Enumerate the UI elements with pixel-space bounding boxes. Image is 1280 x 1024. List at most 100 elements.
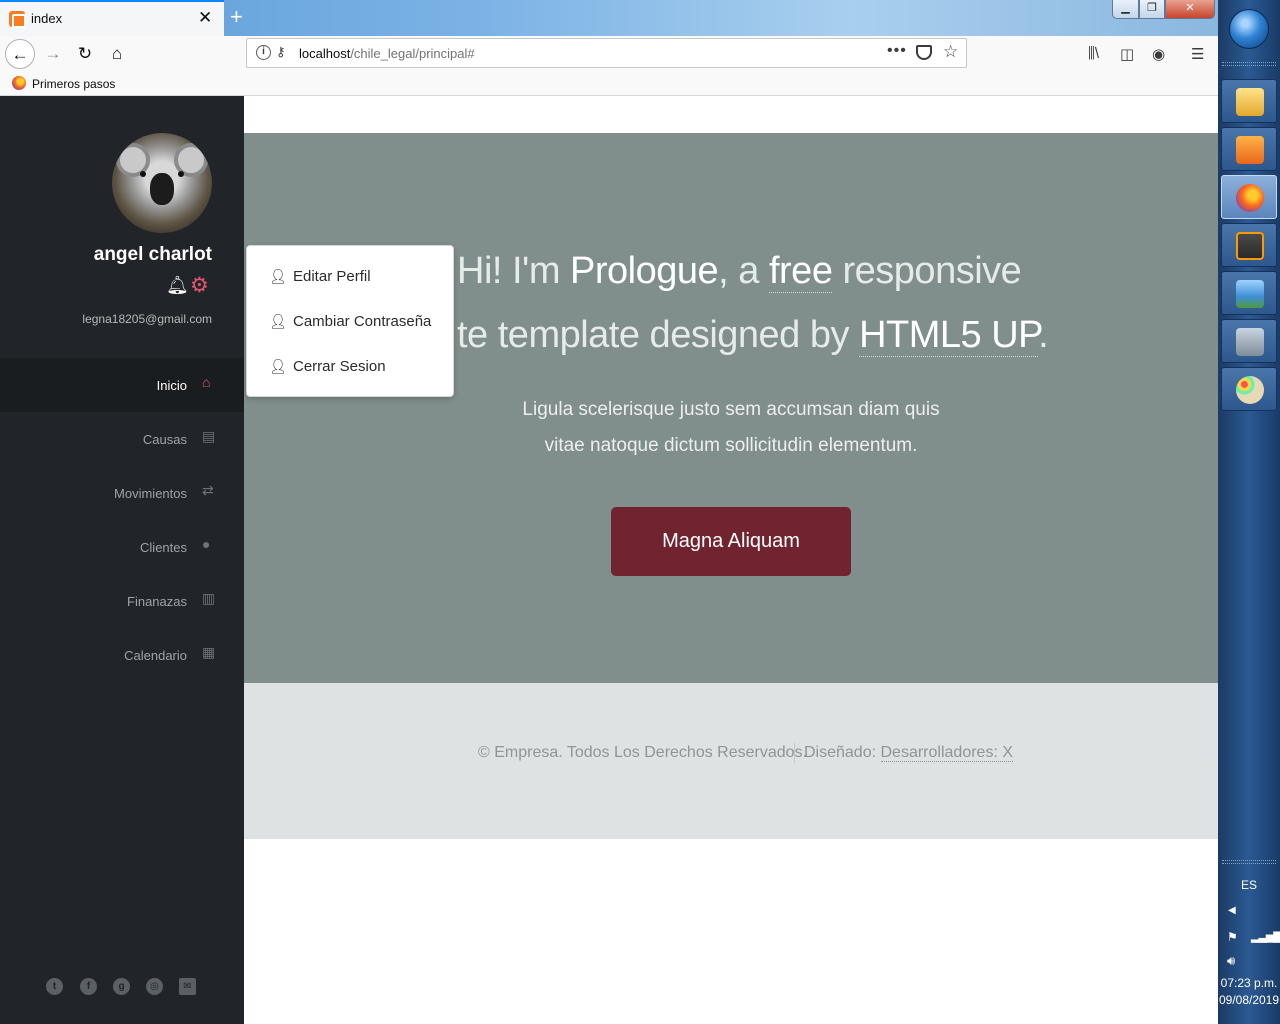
- sidebar-item-clientes[interactable]: Clientes ●: [0, 520, 244, 574]
- browser-toolbar: ← → ↻ ⌂ i ⚷ localhost/chile_legal/princi…: [0, 36, 1218, 73]
- github-icon[interactable]: g: [113, 978, 130, 995]
- library-icon[interactable]: ⫼\: [1088, 45, 1099, 62]
- envelope-icon[interactable]: ✉: [179, 978, 196, 995]
- menu-icon[interactable]: ☰: [1191, 45, 1204, 63]
- user-dropdown-menu: 👤︎ Editar Perfil 👤︎ Cambiar Contraseña 👤︎ C…: [246, 245, 454, 397]
- avatar-nose: [150, 173, 174, 205]
- forward-button[interactable]: →: [38, 39, 68, 69]
- media-player-icon: [1236, 136, 1264, 164]
- dribbble-icon[interactable]: ◎: [146, 978, 163, 995]
- pocket-icon[interactable]: [916, 45, 932, 60]
- computer-icon: [1236, 328, 1264, 356]
- facebook-icon[interactable]: f: [80, 978, 97, 995]
- dropdown-item-label: Editar Perfil: [293, 268, 371, 285]
- user-name: angel charlot: [93, 244, 212, 265]
- avatar-eye-left: [140, 171, 146, 177]
- clock-date[interactable]: 09/08/2019: [1218, 993, 1280, 1007]
- magna-aliquam-button[interactable]: Magna Aliquam: [611, 507, 851, 576]
- taskbar-media-player[interactable]: [1221, 127, 1277, 171]
- home-button[interactable]: ⌂: [102, 39, 132, 69]
- folder-icon: [1236, 88, 1264, 116]
- language-indicator[interactable]: ES: [1218, 878, 1280, 892]
- user-lock-icon: 👤︎: [269, 313, 287, 329]
- firefox-icon: [12, 76, 26, 90]
- hero-text: Hi! I'm: [457, 250, 571, 292]
- network-icon[interactable]: ▂▃▅▇: [1251, 930, 1280, 943]
- twitter-icon[interactable]: t: [46, 978, 63, 995]
- hero-section: Hi! I'm Prologue, a free responsive te t…: [244, 133, 1218, 683]
- dropdown-item-cerrar-sesion[interactable]: 👤︎ Cerrar Sesion: [269, 358, 386, 375]
- footer: © Empresa. Todos Los Derechos Reservados…: [244, 683, 1218, 839]
- site-info-icon[interactable]: i: [256, 45, 271, 60]
- taskbar-explorer[interactable]: [1221, 79, 1277, 123]
- dropdown-item-label: Cerrar Sesion: [293, 358, 386, 375]
- hero-text: te template designed by: [457, 314, 860, 356]
- sidebar-item-causas[interactable]: Causas ▤: [0, 412, 244, 466]
- home-icon: ⌂: [202, 374, 211, 390]
- gear-icon[interactable]: ⚙: [190, 273, 209, 298]
- firefox-icon: [1236, 184, 1264, 212]
- taskbar-remote-desktop[interactable]: [1221, 319, 1277, 363]
- clock-time[interactable]: 07:23 p.m.: [1218, 976, 1280, 990]
- dropdown-item-cambiar-contrasena[interactable]: 👤︎ Cambiar Contraseña: [269, 313, 431, 330]
- sidebar-menu: Inicio ⌂ Causas ▤ Movimientos ⇄ Clientes…: [0, 358, 244, 682]
- account-icon[interactable]: ◉: [1152, 45, 1165, 63]
- show-hidden-icons-icon[interactable]: ◀: [1228, 905, 1236, 916]
- close-tab-icon[interactable]: ✕: [198, 8, 212, 28]
- address-bar[interactable]: i ⚷ localhost/chile_legal/principal# •••…: [246, 38, 967, 68]
- taskbar-photos[interactable]: [1221, 271, 1277, 315]
- key-icon[interactable]: ⚷: [276, 44, 286, 60]
- window-controls: ▁ ❐ ✕: [1112, 0, 1216, 19]
- sidebar-item-label: Movimientos: [114, 486, 187, 501]
- taskbar-grip: [1222, 860, 1276, 864]
- hero-subtitle-line-1: Ligula scelerisque justo sem accumsan di…: [522, 399, 940, 420]
- taskbar-sublime[interactable]: [1221, 223, 1277, 267]
- volume-icon[interactable]: 🔊︎: [1227, 953, 1235, 969]
- sidebar-item-inicio[interactable]: Inicio ⌂: [0, 358, 244, 412]
- hero-link-html5up[interactable]: HTML5 UP: [859, 314, 1039, 357]
- back-button[interactable]: ←: [5, 39, 35, 69]
- url-text[interactable]: localhost/chile_legal/principal#: [299, 46, 475, 61]
- sidebar-item-movimientos[interactable]: Movimientos ⇄: [0, 466, 244, 520]
- url-host: localhost: [299, 46, 351, 61]
- sublime-text-icon: [1236, 232, 1264, 260]
- bookmarks-toolbar: Primeros pasos: [0, 73, 1218, 96]
- tab-title: index: [31, 11, 63, 26]
- designed-by: Diseñado: Desarrolladores: X: [804, 744, 1013, 762]
- hero-highlight: Prologue: [570, 250, 719, 292]
- exchange-icon: ⇄: [202, 482, 214, 498]
- new-tab-button[interactable]: +: [230, 4, 243, 30]
- user-edit-icon: 👤︎: [269, 268, 287, 284]
- designed-prefix: Diseñado:: [804, 744, 881, 761]
- bookmark-star-icon[interactable]: ☆: [943, 42, 958, 62]
- sidebar-toggle-icon[interactable]: ◫: [1120, 45, 1134, 63]
- close-window-button[interactable]: ✕: [1165, 0, 1215, 19]
- sidebar-item-calendario[interactable]: Calendario ▦: [0, 628, 244, 682]
- taskbar-paint[interactable]: [1221, 367, 1277, 411]
- photo-viewer-icon: [1236, 280, 1264, 308]
- file-icon: ▤: [202, 428, 216, 444]
- hero-text: responsive: [832, 250, 1022, 292]
- browser-tab-strip: index ✕ + ▁ ❐ ✕: [0, 0, 1218, 36]
- browser-tab[interactable]: index ✕: [0, 0, 224, 36]
- sidebar-item-label: Calendario: [124, 648, 187, 663]
- designers-link[interactable]: Desarrolladores: X: [880, 744, 1013, 762]
- avatar[interactable]: [112, 133, 212, 233]
- restore-button[interactable]: ❐: [1139, 0, 1165, 19]
- reload-button[interactable]: ↻: [70, 39, 100, 69]
- taskbar-firefox[interactable]: [1221, 175, 1277, 219]
- user-icon: ●: [202, 536, 211, 552]
- start-button[interactable]: [1229, 9, 1269, 49]
- bell-icon[interactable]: 🔔︎: [166, 275, 189, 296]
- minimize-button[interactable]: ▁: [1112, 0, 1139, 19]
- sidebar-item-label: Inicio: [156, 378, 187, 393]
- action-center-flag-icon[interactable]: ⚑: [1227, 930, 1238, 944]
- sidebar-item-finanazas[interactable]: Finanazas ▥: [0, 574, 244, 628]
- calendar-icon: ▦: [202, 644, 216, 660]
- dropdown-item-editar-perfil[interactable]: 👤︎ Editar Perfil: [269, 268, 371, 285]
- hero-link-free[interactable]: free: [768, 250, 833, 293]
- sidebar-item-label: Clientes: [140, 540, 187, 555]
- social-links: t f g ◎ ✉: [46, 978, 206, 998]
- bookmark-primeros-pasos[interactable]: Primeros pasos: [32, 77, 115, 91]
- page-actions-icon[interactable]: •••: [887, 42, 907, 60]
